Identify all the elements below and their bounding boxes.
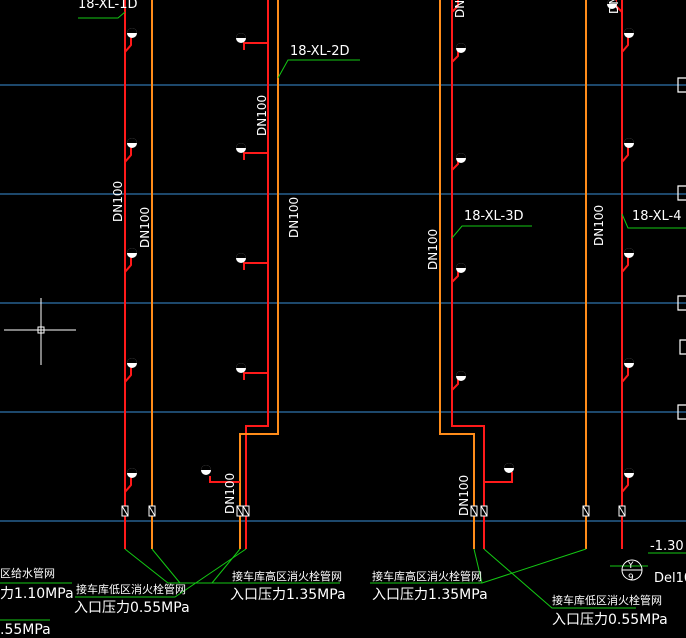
inlet-pressure-135-left: 入口压力1.35MPa	[230, 587, 346, 603]
leader-line	[78, 11, 126, 19]
partial-pressure-055: .55MPa	[0, 622, 51, 638]
hydrant-branches	[124, 0, 629, 493]
valve-icon	[470, 505, 478, 517]
valve-icon	[236, 505, 244, 517]
node-symbol: Y 9	[621, 559, 643, 583]
fire-hydrant-icon	[679, 339, 686, 355]
fire-hydrant-icons	[127, 0, 634, 478]
fire-hydrant-icon	[127, 248, 137, 258]
valves	[121, 505, 626, 517]
fire-hydrant-icon	[236, 143, 246, 153]
riser-label-4: 18-XL-4	[632, 209, 681, 224]
valve-icon	[618, 505, 626, 517]
pipe-size-label: DN100	[111, 181, 125, 222]
node-bottom-label: 9	[628, 573, 634, 583]
riser-label-2d: 18-XL-2D	[290, 44, 349, 59]
valve-icon	[480, 505, 488, 517]
fire-hydrant-icon	[624, 468, 634, 478]
fire-hydrant-icon	[236, 363, 246, 373]
fire-hydrant-icon	[201, 465, 211, 475]
leader-line	[151, 548, 181, 584]
fire-hydrant-icon	[127, 138, 137, 148]
leader-line	[451, 225, 532, 239]
inlet-pressure-055-right: 入口压力0.55MPa	[552, 612, 668, 628]
fire-hydrant-icon	[127, 358, 137, 368]
low-zone-label-right: 接车库低区消火栓管网	[552, 593, 662, 607]
leader-line	[277, 59, 360, 79]
riser-red	[245, 0, 269, 549]
branch	[243, 372, 268, 380]
branch	[243, 262, 268, 270]
fire-hydrant-icon	[127, 468, 137, 478]
riser-label-3d: 18-XL-3D	[464, 209, 523, 224]
pipe-size-label: DN100	[426, 229, 440, 270]
fire-hydrant-icon	[677, 185, 686, 201]
pipe-size-label: DN100	[453, 0, 467, 18]
fire-hydrant-icon	[504, 463, 514, 473]
fire-hydrant-icon	[624, 28, 634, 38]
riser-labels: 18-XL-1D 18-XL-2D 18-XL-3D 18-XL-4	[78, 0, 681, 224]
inlet-pressure-135-right: 入口压力1.35MPa	[372, 587, 488, 603]
high-zone-label-left: 接车库高区消火栓管网	[232, 569, 342, 583]
pipe-size-label: DN100	[138, 207, 152, 248]
annotations: 区给水管网 力1.10MPa .55MPa 接车库低区消火栓管网 入口压力0.5…	[0, 539, 686, 638]
riser-red	[451, 0, 485, 549]
del-label: Del10	[654, 571, 686, 586]
fire-hydrant-icon	[456, 43, 466, 53]
valve-icon	[242, 505, 250, 517]
pipe-size-label: DN100	[255, 95, 269, 136]
elevation-label: -1.30	[650, 539, 684, 554]
inlet-pressure-055-left: 入口压力0.55MPa	[74, 600, 190, 616]
fire-hydrant-icon	[456, 263, 466, 273]
pipe-size-label: DN100	[457, 475, 471, 516]
leader-lines	[0, 11, 686, 621]
partial-zone-label: 区给水管网	[0, 566, 55, 580]
floor-lines	[0, 84, 686, 522]
low-zone-label: 接车库低区消火栓管网	[76, 582, 186, 596]
branch	[243, 42, 268, 50]
pipe-size-label: DN100	[607, 0, 621, 14]
fire-hydrant-icon	[624, 248, 634, 258]
fire-hydrant-icon	[236, 33, 246, 43]
crosshair-cursor-icon	[4, 298, 76, 365]
leader-line	[481, 548, 587, 584]
branch	[243, 152, 268, 160]
pipe-size-label: DN100	[287, 197, 301, 238]
pipe-size-labels: DN100 DN100 DN100 DN100 DN100 DN100 DN10…	[111, 0, 621, 516]
riser-label-1d: 18-XL-1D	[78, 0, 137, 12]
valve-icon	[148, 505, 156, 517]
high-zone-label-right: 接车库高区消火栓管网	[372, 569, 482, 583]
fire-hydrant-icon	[624, 358, 634, 368]
fire-hydrant-icon	[456, 153, 466, 163]
pipe-size-label: DN100	[223, 473, 237, 514]
fire-hydrant-icon	[456, 371, 466, 381]
node-top-label: Y	[627, 561, 634, 571]
valve-icon	[582, 505, 590, 517]
risers	[124, 0, 623, 549]
fire-hydrant-icon	[624, 138, 634, 148]
piping-diagram: Y 9 18-XL-1D 18-XL-2D 18-XL-3D 18-XL-4 D…	[0, 0, 686, 638]
fire-hydrant-icon	[127, 28, 137, 38]
edge-hydrant-symbols	[677, 77, 686, 420]
branch	[484, 472, 513, 483]
fire-hydrant-icon	[236, 253, 246, 263]
pipe-size-label: DN100	[592, 205, 606, 246]
partial-pressure-110: 力1.10MPa	[0, 586, 74, 602]
valve-icon	[121, 505, 129, 517]
